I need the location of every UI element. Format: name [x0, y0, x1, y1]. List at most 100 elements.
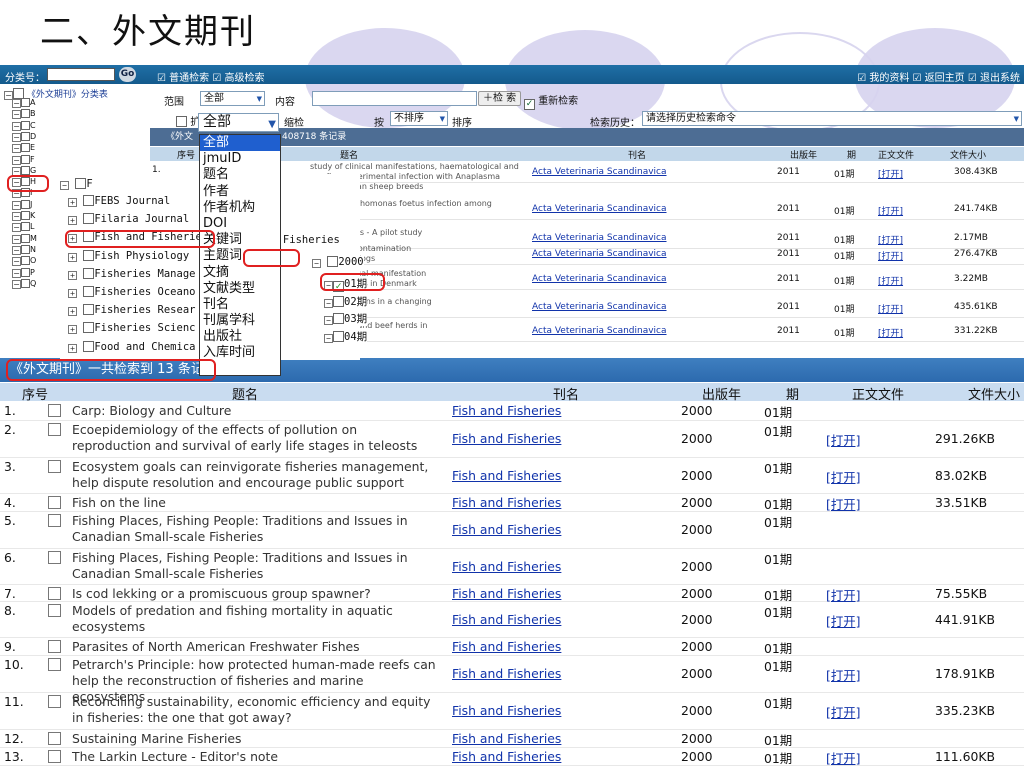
tree-checkbox[interactable]: [21, 131, 30, 141]
dropdown-option[interactable]: 刊属学科: [200, 313, 280, 329]
result-row[interactable]: 11. Reconciling sustainability, economic …: [0, 693, 1024, 730]
result-journal-link[interactable]: Fish and Fisheries: [452, 749, 561, 764]
upper-row-open[interactable]: [打开]: [878, 204, 903, 217]
collapse-icon[interactable]: +: [68, 252, 77, 262]
result-row[interactable]: 7. Is cod lekking or a promiscuous group …: [0, 585, 1024, 603]
scope-select[interactable]: 全部: [200, 91, 265, 106]
result-checkbox[interactable]: [48, 514, 61, 527]
result-journal-link[interactable]: Fish and Fisheries: [452, 586, 561, 601]
tree-checkbox[interactable]: [21, 199, 30, 209]
collapse-icon[interactable]: −: [12, 110, 21, 120]
result-open-link[interactable]: [打开]: [826, 749, 860, 767]
tree-checkbox[interactable]: [21, 256, 30, 266]
tree-checkbox[interactable]: [21, 98, 30, 107]
journal-checkbox[interactable]: [83, 322, 95, 334]
tree-checkbox[interactable]: [21, 109, 30, 119]
journal-node[interactable]: + Fisheries Resear: [68, 303, 195, 317]
result-checkbox[interactable]: [48, 587, 61, 600]
result-open-link[interactable]: [打开]: [826, 666, 860, 684]
tree-checkbox[interactable]: [21, 222, 30, 232]
result-open-link[interactable]: [打开]: [826, 703, 860, 721]
result-row[interactable]: 8. Models of predation and fishing mortal…: [0, 602, 1024, 638]
journal-checkbox[interactable]: [83, 267, 95, 279]
collapse-icon[interactable]: −: [12, 99, 21, 108]
tree-checkbox[interactable]: [21, 165, 30, 175]
sort-select[interactable]: 不排序: [390, 111, 448, 126]
journal-node[interactable]: + Filaria Journal: [68, 212, 189, 226]
result-checkbox[interactable]: [48, 604, 61, 617]
upper-row-open[interactable]: [打开]: [878, 167, 903, 180]
tree-letter-node[interactable]: − F: [12, 154, 35, 166]
result-row[interactable]: 13. The Larkin Lecture - Editor's note Fis…: [0, 748, 1024, 766]
collapse-icon[interactable]: −: [12, 279, 21, 289]
result-checkbox[interactable]: [48, 695, 61, 708]
tree-letter-node[interactable]: − J: [12, 199, 32, 211]
result-row[interactable]: 12. Sustaining Marine Fisheries Fish and F…: [0, 730, 1024, 748]
collapse-icon[interactable]: −: [12, 223, 21, 233]
result-row[interactable]: 2. Ecoepidemiology of the effects of poll…: [0, 421, 1024, 458]
collapse-icon[interactable]: −: [12, 121, 21, 131]
dropdown-option[interactable]: DOI: [200, 216, 280, 232]
journal-checkbox[interactable]: [83, 286, 95, 297]
upper-row-open[interactable]: [打开]: [878, 249, 903, 262]
dropdown-option[interactable]: jmuID: [200, 151, 280, 167]
result-checkbox[interactable]: [48, 404, 61, 417]
result-row[interactable]: 3. Ecosystem goals can reinvigorate fishe…: [0, 458, 1024, 494]
dropdown-option[interactable]: 题名: [200, 167, 280, 183]
tree-letter-node[interactable]: − E: [12, 143, 35, 154]
result-checkbox[interactable]: [48, 658, 61, 671]
dropdown-option[interactable]: 作者: [200, 184, 280, 200]
dropdown-option[interactable]: 出版社: [200, 329, 280, 345]
collapse-icon[interactable]: −: [12, 245, 21, 255]
tree-checkbox[interactable]: [21, 211, 30, 220]
tree-letter-node[interactable]: − C: [12, 120, 36, 132]
result-journal-link[interactable]: Fish and Fisheries: [452, 639, 561, 654]
collapse-icon[interactable]: +: [68, 216, 77, 226]
collapse-icon[interactable]: −: [324, 333, 333, 343]
tree-letter-node[interactable]: − N: [12, 244, 36, 256]
upper-row-journal[interactable]: Acta Veterinaria Scandinavica: [532, 302, 667, 312]
journal-checkbox[interactable]: [83, 195, 95, 206]
tree-letter-node[interactable]: − M: [12, 233, 37, 245]
dropdown-option[interactable]: 文献类型: [200, 281, 280, 297]
collapse-icon[interactable]: −: [312, 259, 321, 268]
issue-checkbox[interactable]: [333, 330, 344, 342]
result-row[interactable]: 9. Parasites of North American Freshwater…: [0, 638, 1024, 656]
journal-checkbox[interactable]: [83, 213, 95, 225]
collapse-icon[interactable]: +: [68, 198, 77, 207]
tree-letter-node[interactable]: − P: [12, 267, 35, 279]
result-journal-link[interactable]: Fish and Fisheries: [452, 522, 561, 537]
history-select[interactable]: 请选择历史检索命令: [642, 111, 1022, 126]
journal-node[interactable]: + Fisheries Manage: [68, 267, 195, 281]
journal-node[interactable]: + FEBS Journal: [68, 194, 170, 208]
result-open-link[interactable]: [打开]: [826, 612, 860, 630]
result-checkbox[interactable]: [48, 732, 61, 745]
result-journal-link[interactable]: Fish and Fisheries: [452, 612, 561, 627]
issue-checkbox[interactable]: [333, 313, 344, 324]
collapse-icon[interactable]: −: [12, 132, 21, 142]
tree-letter-node[interactable]: − B: [12, 109, 36, 120]
tree-letter-node[interactable]: − L: [12, 222, 34, 233]
collapse-icon[interactable]: −: [12, 268, 21, 278]
search-button[interactable]: ＋检 索: [478, 91, 522, 106]
journal-node[interactable]: + Fish Physiology: [68, 249, 189, 263]
collapse-icon[interactable]: −: [12, 200, 21, 210]
issue-node[interactable]: − 03期: [324, 311, 368, 326]
result-journal-link[interactable]: Fish and Fisheries: [452, 495, 561, 510]
search-mode-links[interactable]: ☑ 普通检索 ☑ 高级检索: [157, 69, 264, 84]
dropdown-option[interactable]: 作者机构: [200, 200, 280, 216]
tree-checkbox[interactable]: [21, 278, 30, 288]
collapse-icon[interactable]: −: [12, 144, 21, 154]
collapse-icon[interactable]: +: [68, 270, 77, 280]
result-row[interactable]: 4. Fish on the line Fish and Fisheries 2000…: [0, 494, 1024, 512]
journal-node[interactable]: + Fisheries Oceano: [68, 285, 195, 299]
go-button[interactable]: Go: [119, 67, 136, 82]
result-checkbox[interactable]: [48, 496, 61, 509]
result-journal-link[interactable]: Fish and Fisheries: [452, 666, 561, 681]
collapse-icon[interactable]: −: [324, 316, 333, 325]
result-open-link[interactable]: [打开]: [826, 495, 860, 513]
tree-letter-node[interactable]: − K: [12, 211, 35, 222]
result-journal-link[interactable]: Fish and Fisheries: [452, 431, 561, 446]
research-checkbox[interactable]: ✓: [524, 99, 535, 110]
result-row[interactable]: 5. Fishing Places, Fishing People: Tradit…: [0, 512, 1024, 549]
